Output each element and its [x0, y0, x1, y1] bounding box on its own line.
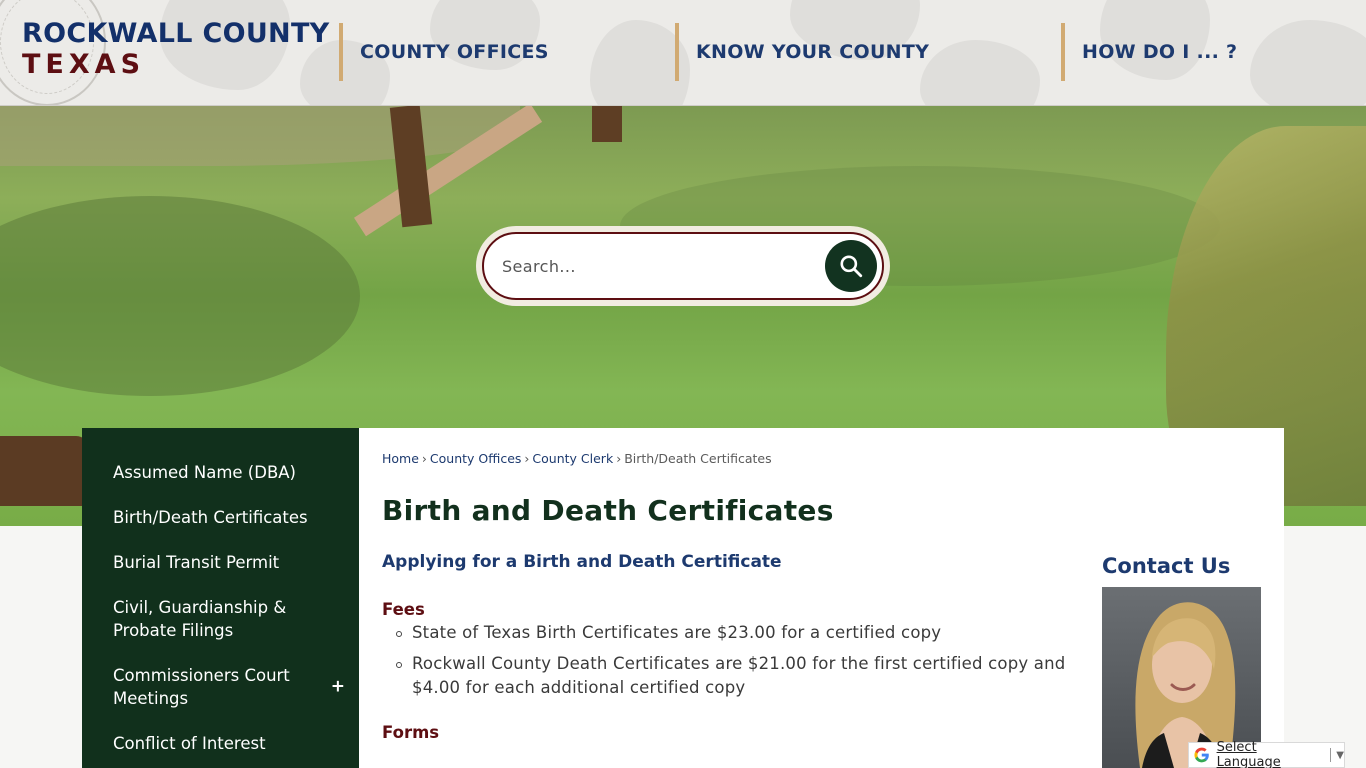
google-translate-widget[interactable]: Select Language ▼ — [1188, 740, 1345, 768]
breadcrumb-current: Birth/Death Certificates — [624, 451, 772, 466]
site-header: ROCKWALL COUNTY TEXAS COUNTY OFFICES KNO… — [0, 0, 1366, 106]
breadcrumb-separator: › — [524, 451, 530, 466]
search-input[interactable] — [502, 234, 812, 298]
search-button[interactable] — [825, 240, 877, 292]
header-decoration — [920, 40, 1040, 105]
sidebar-nav: Assumed Name (DBA) Birth/Death Certifica… — [82, 428, 359, 768]
sidebar-item-label: Conflict of Interest — [113, 734, 266, 753]
sidebar-item-label: Birth/Death Certificates — [113, 508, 308, 527]
nav-divider — [675, 23, 679, 81]
sidebar-item-assumed-name[interactable]: Assumed Name (DBA) — [82, 450, 359, 495]
sidebar-item-label: Commissioners Court Meetings — [113, 666, 290, 708]
sidebar-item-conflict-of-interest[interactable]: Conflict of Interest — [82, 721, 359, 766]
select-language-link[interactable]: Select Language — [1217, 740, 1323, 768]
main-content: Home › County Offices › County Clerk › Birth/D… — [359, 428, 1284, 768]
nav-label: KNOW YOUR COUNTY — [696, 41, 930, 63]
nav-label: HOW DO I ... ? — [1082, 41, 1238, 63]
breadcrumb-county-clerk[interactable]: County Clerk — [532, 451, 613, 466]
sidebar-item-civil-guardianship-probate[interactable]: Civil, Guardianship & Probate Filings — [82, 585, 359, 653]
section-subheading: Applying for a Birth and Death Certifica… — [382, 552, 782, 572]
sidebar-item-birth-death-certificates[interactable]: Birth/Death Certificates — [82, 495, 359, 540]
hero-path — [0, 106, 520, 166]
nav-divider — [1061, 23, 1065, 81]
nav-label: COUNTY OFFICES — [360, 41, 549, 63]
breadcrumb-separator: › — [616, 451, 622, 466]
breadcrumb-separator: › — [421, 451, 427, 466]
google-icon — [1194, 747, 1209, 763]
nav-know-your-county[interactable]: KNOW YOUR COUNTY — [675, 23, 929, 81]
sidebar-item-burial-transit-permit[interactable]: Burial Transit Permit — [82, 540, 359, 585]
search-form — [476, 226, 890, 306]
sidebar-item-label: Civil, Guardianship & Probate Filings — [113, 598, 287, 640]
header-decoration — [1250, 20, 1366, 105]
logo-line-1: ROCKWALL COUNTY — [22, 18, 330, 49]
fees-list: State of Texas Birth Certificates are $2… — [396, 621, 1082, 707]
hero-shadow — [0, 196, 360, 396]
sidebar-item-label: Assumed Name (DBA) — [113, 463, 296, 482]
breadcrumb-home[interactable]: Home — [382, 451, 419, 466]
forms-heading: Forms — [382, 723, 440, 742]
list-item: Rockwall County Death Certificates are $… — [396, 652, 1082, 700]
logo-line-2: TEXAS — [22, 49, 146, 80]
sidebar-item-commissioners-court[interactable]: Commissioners Court Meetings + — [82, 653, 359, 721]
foreground-fence — [0, 436, 90, 506]
breadcrumb-county-offices[interactable]: County Offices — [430, 451, 522, 466]
breadcrumb: Home › County Offices › County Clerk › Birth/D… — [382, 451, 772, 466]
nav-how-do-i[interactable]: HOW DO I ... ? — [1061, 23, 1237, 81]
site-logo[interactable]: ROCKWALL COUNTY TEXAS — [22, 18, 330, 80]
search-icon — [840, 255, 863, 278]
nav-county-offices[interactable]: COUNTY OFFICES — [339, 23, 549, 81]
search-box — [482, 232, 884, 300]
fence-post — [592, 106, 622, 142]
nav-divider — [339, 23, 343, 81]
widget-divider — [1330, 748, 1332, 762]
plus-icon[interactable]: + — [331, 676, 345, 699]
contact-heading: Contact Us — [1102, 554, 1231, 578]
list-item: State of Texas Birth Certificates are $2… — [396, 621, 1082, 645]
page-title: Birth and Death Certificates — [382, 494, 834, 527]
sidebar-item-label: Burial Transit Permit — [113, 553, 280, 572]
chevron-down-icon[interactable]: ▼ — [1336, 750, 1344, 761]
fees-heading: Fees — [382, 600, 425, 619]
